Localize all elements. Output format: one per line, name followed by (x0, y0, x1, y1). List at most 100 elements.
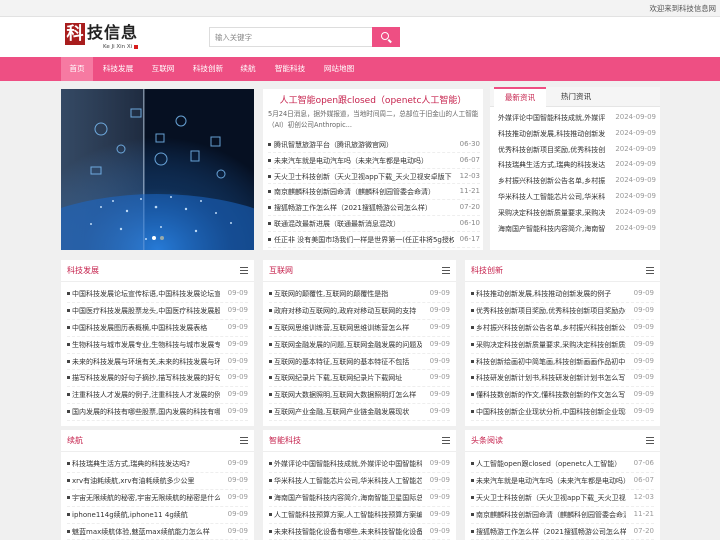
list-item[interactable]: 腾讯智慧旅游平台（腾讯旅游微官网） 06-30 (268, 137, 480, 153)
list-item[interactable]: 采购决定科技创新质量要求,采购决 2024-09-09 (498, 206, 656, 222)
headline-list: 腾讯智慧旅游平台（腾讯旅游微官网） 06-30 未来汽车就是电动汽车吗（未来汽车都… (268, 137, 480, 248)
headline-summary: 5月24日消息，据外媒报道，当地时间周二，总部位于旧金山的人工智能（AI）初创公… (268, 110, 479, 129)
image-slider[interactable] (61, 89, 254, 250)
box-title[interactable]: 头条阅读 (471, 435, 503, 446)
list-item[interactable]: 人工智能科技预算方案,人工智能科技预算方案编写 09-09 (269, 507, 450, 524)
list-item[interactable]: 科技创新绘画初中简笔画,科技创新画画作品初中 09-09 (471, 354, 654, 371)
list-item[interactable]: 科技瑞典生活方式,瑞典的科技发达 2024-09-09 (498, 158, 656, 174)
list-item[interactable]: 互联网金融发展的问题,互联网金融发展的问题及对 09-09 (269, 337, 450, 354)
list-item[interactable]: 天火卫士科技创新（天火卫视app下载_天火卫视安卓版下 12-03 (268, 169, 480, 185)
tab-hot-news[interactable]: 热门资讯 (550, 87, 602, 107)
list-item[interactable]: 描写科技发展的好句子摘抄,描写科技发展的好句子 09-09 (67, 370, 248, 388)
news-tabs-panel: 最新资讯 热门资讯 外媒评论中国智能科技成就,外媒评 2024-09-09 科技推… (490, 87, 660, 250)
list-item[interactable]: 南京麒麟科技创新园命清（麒麟科创园管委会命清 11-21 (471, 507, 654, 524)
category-box-smart-tech: 智能科技 外媒评论中国智能科技成就,外媒评论中国智能科技 09-09 华米科技人工… (263, 430, 456, 540)
list-item[interactable]: 互联网纪录片下载,互联网纪录片下载网址 09-09 (269, 370, 450, 388)
latest-news-list: 外媒评论中国智能科技成就,外媒评 2024-09-09 科技推动创新发展,科技推动… (498, 111, 656, 237)
list-item[interactable]: 联通混改最新进展（联通最新消息混改） 06-10 (268, 216, 480, 232)
nav-item-sitemap[interactable]: 网站地图 (318, 57, 360, 81)
nav-item-tech-innovation[interactable]: 科技创新 (187, 57, 229, 81)
list-item[interactable]: 科技推动创新发展,科技推动创新发展的例子 09-09 (471, 286, 654, 303)
list-item[interactable]: 互联网的基本特征,互联网的基本特征不包括 09-09 (269, 354, 450, 371)
list-item[interactable]: 政府对移动互联网的,政府对移动互联网的支持 09-09 (269, 303, 450, 320)
list-icon[interactable] (442, 437, 450, 444)
list-item[interactable]: 优秀科技创新项目奖励,优秀科技创 2024-09-09 (498, 143, 656, 159)
list-item[interactable]: 互联网产业金融,互联网产业链金融发展现状 09-09 (269, 404, 450, 422)
list-item[interactable]: 南京麒麟科技创新园命清（麒麟科创园管委会命清） 11-21 (268, 184, 480, 201)
list-item[interactable]: 华米科技人工智能芯片公司,华米科技人工智能芯片 09-09 (269, 473, 450, 490)
list-item[interactable]: 注重科技人才发展的例子,注重科技人才发展的例子 09-09 (67, 387, 248, 405)
list-item[interactable]: 海南国产智能科技内容简介,海南智 2024-09-09 (498, 222, 656, 238)
slider-image (61, 89, 254, 250)
search-bar (209, 27, 400, 47)
list-item[interactable]: 懂科技数创新的作文,懂科技数创新的作文怎么写 09-09 (471, 387, 654, 405)
list-item[interactable]: iphone114g续航,iphone11 4g续航 09-09 (67, 507, 248, 524)
list-item[interactable]: 搜狐畅游工作怎么样（2021搜狐畅游公司怎么样） 07-20 (268, 200, 480, 216)
top-bar: 欢迎来到科技信息网 (0, 0, 720, 17)
list-icon[interactable] (240, 437, 248, 444)
headline-panel: 人工智能open跟closed（openetc人工智能） 5月24日消息，据外媒… (263, 89, 483, 250)
category-box-tech-development: 科技发展 中国科技发展论坛宣传标语,中国科技发展论坛宣传 09-09 中国医疗科技… (61, 260, 254, 426)
list-item[interactable]: 互联网大数据照明,互联网大数据照明灯怎么样 09-09 (269, 387, 450, 405)
box-title[interactable]: 互联网 (269, 265, 293, 276)
list-item[interactable]: 搜狐畅游工作怎么样（2021搜狐畅游公司怎么样） 07-20 (471, 524, 654, 540)
nav-item-internet[interactable]: 互联网 (145, 57, 181, 81)
list-item[interactable]: 任正非 没有美国市场我们一样是世界第一(任正非将5g授权 06-17 (268, 232, 480, 248)
list-icon[interactable] (646, 267, 654, 274)
tab-latest-news[interactable]: 最新资讯 (494, 87, 546, 107)
nav-item-home[interactable]: 首页 (61, 57, 93, 81)
list-item[interactable]: 乡村振兴科技创新公告名单,乡村振 2024-09-09 (498, 174, 656, 190)
box-title[interactable]: 续航 (67, 435, 83, 446)
slider-dot[interactable] (159, 236, 164, 240)
search-button[interactable] (372, 27, 400, 47)
list-item[interactable]: 未来的科技发展与环境有关,未来的科技发展与环境 09-09 (67, 354, 248, 371)
box-title[interactable]: 科技发展 (67, 265, 99, 276)
slider-dot[interactable] (151, 236, 156, 240)
list-item[interactable]: 生物科技与城市发展专业,生物科技与城市发展专业 09-09 (67, 337, 248, 354)
nav-item-battery-life[interactable]: 续航 (235, 57, 261, 81)
category-box-internet: 互联网 互联网的颠覆性,互联网的颠覆性是指 09-09 政府对移动互联网的,政府对… (263, 260, 456, 426)
list-item[interactable]: 中国科技发展图历表概横,中国科技发展表格 09-09 (67, 320, 248, 337)
list-icon[interactable] (646, 437, 654, 444)
list-item[interactable]: 国内发展的科技有哪些股票,国内发展的科技有哪些 09-09 (67, 404, 248, 422)
list-item[interactable]: 外媒评论中国智能科技成就,外媒评 2024-09-09 (498, 111, 656, 127)
box-title[interactable]: 科技创新 (471, 265, 503, 276)
nav-item-tech-development[interactable]: 科技发展 (97, 57, 139, 81)
list-item[interactable]: 宇宙无限续航的秘密,宇宙无限续航的秘密是什么 09-09 (67, 490, 248, 507)
box-list: 外媒评论中国智能科技成就,外媒评论中国智能科技 09-09 华米科技人工智能芯片公… (269, 456, 450, 540)
slider-dots (61, 233, 254, 242)
list-item[interactable]: 天火卫士科技创新（天火卫视app下载_天火卫视安 12-03 (471, 490, 654, 507)
list-item[interactable]: 科技瑞典生活方式,瑞典的科技发达吗? 09-09 (67, 456, 248, 473)
list-item[interactable]: 优秀科技创新项目奖励,优秀科技创新项目奖励办法 09-09 (471, 303, 654, 320)
list-item[interactable]: 互联网思维训练营,互联网思维训练营怎么样 09-09 (269, 320, 450, 337)
box-list: 科技推动创新发展,科技推动创新发展的例子 09-09 优秀科技创新项目奖励,优秀科… (471, 286, 654, 422)
list-item[interactable]: 科技推动创新发展,科技推动创新发 2024-09-09 (498, 127, 656, 143)
logo-subtitle: Ke Ji Xin Xi (103, 44, 139, 50)
list-item[interactable]: xrv有油耗续航,xrv有油耗续航多少公里 09-09 (67, 473, 248, 490)
list-item[interactable]: 人工智能open跟closed（openetc人工智能） 07-06 (471, 456, 654, 473)
list-item[interactable]: 中国科技发展论坛宣传标语,中国科技发展论坛宣传 09-09 (67, 286, 248, 303)
list-item[interactable]: 未来汽车就是电动汽车吗（未来汽车都是电动吗） 06-07 (268, 153, 480, 169)
list-item[interactable]: 中国科技创新企业现状分析,中国科技创新企业现状 09-09 (471, 404, 654, 422)
list-item[interactable]: 采购决定科技创新质量要求,采购决定科技创新质量 09-09 (471, 337, 654, 354)
list-item[interactable]: 科技研发创新计划书,科技研发创新计划书怎么写 09-09 (471, 370, 654, 388)
list-icon[interactable] (240, 267, 248, 274)
category-box-headline-reading: 头条阅读 人工智能open跟closed（openetc人工智能） 07-06 未… (465, 430, 660, 540)
logo-mark: 科 (65, 23, 85, 45)
list-item[interactable]: 互联网的颠覆性,互联网的颠覆性是指 09-09 (269, 286, 450, 303)
list-item[interactable]: 外媒评论中国智能科技成就,外媒评论中国智能科技 09-09 (269, 456, 450, 473)
box-title[interactable]: 智能科技 (269, 435, 301, 446)
box-list: 互联网的颠覆性,互联网的颠覆性是指 09-09 政府对移动互联网的,政府对移动互联… (269, 286, 450, 422)
headline-title[interactable]: 人工智能open跟closed（openetc人工智能） (263, 93, 483, 106)
list-item[interactable]: 未来汽车就是电动汽车吗（未来汽车都是电动吗） 06-07 (471, 473, 654, 490)
list-item[interactable]: 海南国产智能科技内容简介,海南智能卫星国际总部大 09-09 (269, 490, 450, 507)
list-item[interactable]: 未来科技智能化设备有哪些,未来科技智能化设备有 09-09 (269, 524, 450, 540)
nav-item-smart-tech[interactable]: 智能科技 (269, 57, 311, 81)
list-item[interactable]: 乡村振兴科技创新公告名单,乡村振兴科技创新公告 09-09 (471, 320, 654, 337)
list-item[interactable]: 中国医疗科技发展股票龙头,中国医疗科技发展股票 09-09 (67, 303, 248, 320)
list-icon[interactable] (442, 267, 450, 274)
list-item[interactable]: 华米科技人工智能芯片公司,华米科 2024-09-09 (498, 190, 656, 206)
site-logo[interactable]: 科 技信息 Ke Ji Xin Xi (65, 23, 165, 53)
search-input[interactable] (209, 27, 372, 47)
list-item[interactable]: 魅蓝max续航体验,魅蓝max续航能力怎么样 09-09 (67, 524, 248, 540)
